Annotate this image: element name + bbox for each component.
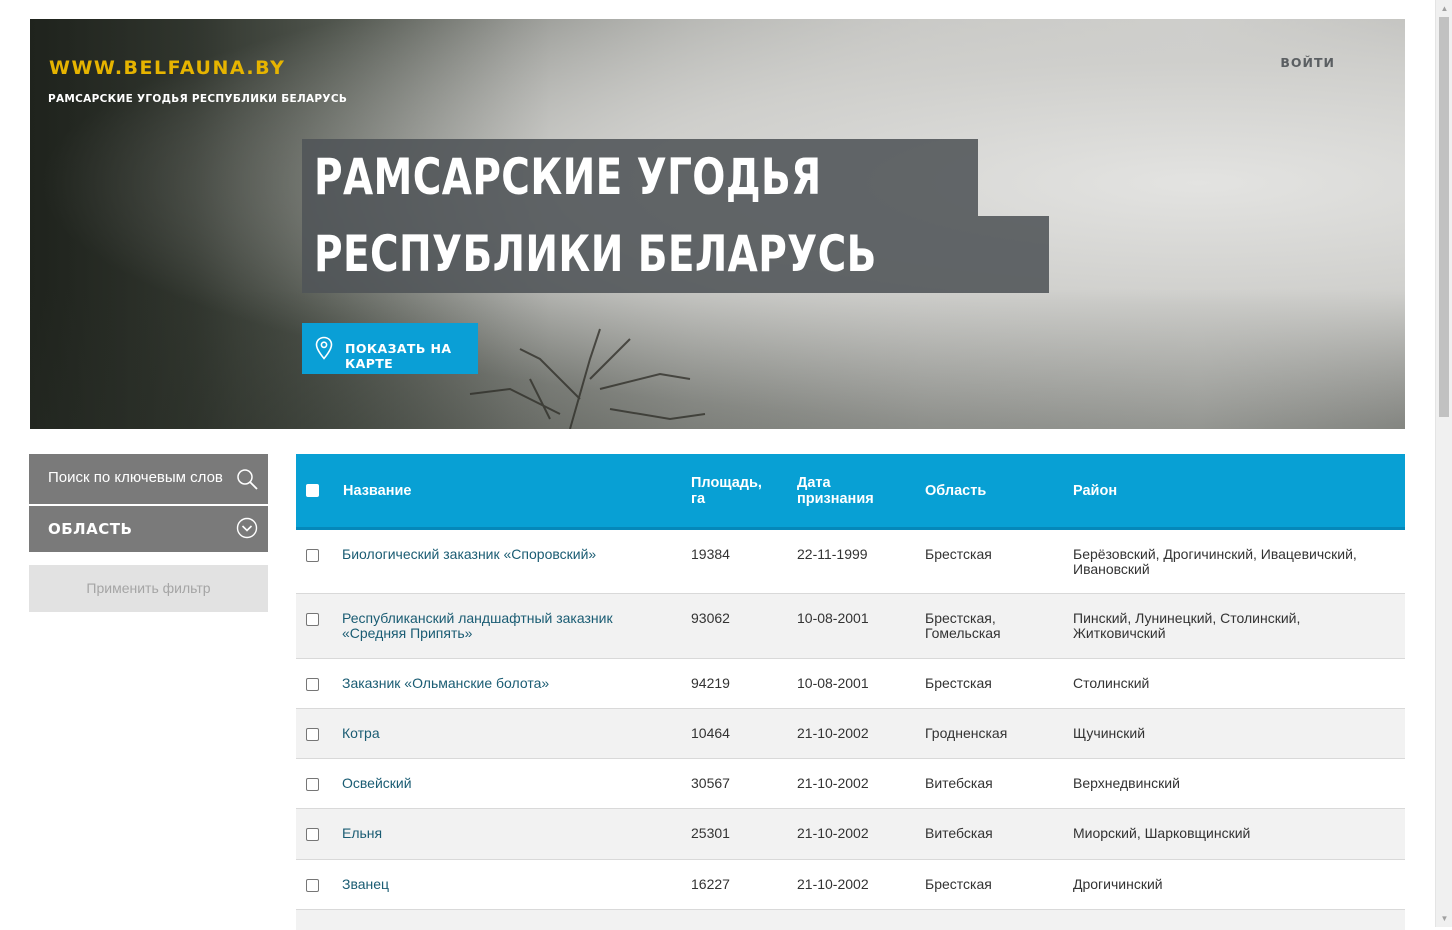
row-checkbox[interactable] [306, 778, 319, 791]
table-row: Биологический заказник «Споровский» 1938… [296, 530, 1405, 594]
site-logo[interactable]: WWW.BELFAUNA.BY [49, 57, 285, 79]
wetland-name-link[interactable]: Котра [342, 726, 672, 741]
table-row-partial [296, 910, 1405, 930]
row-checkbox[interactable] [306, 678, 319, 691]
map-pin-icon [315, 336, 333, 360]
wetland-name-link[interactable]: Биологический заказник «Споровский» [342, 547, 672, 562]
wetlands-table: Название Площадь, га Дата признания Обла… [296, 454, 1405, 930]
area-value: 19384 [691, 546, 730, 562]
oblast-value: Гродненская [925, 725, 1008, 741]
area-value: 25301 [691, 825, 730, 841]
show-on-map-button[interactable]: ПОКАЗАТЬ НА КАРТЕ [302, 323, 478, 374]
scroll-up-arrow-icon[interactable]: ▲ [1436, 0, 1452, 17]
wetland-name-link[interactable]: Освейский [342, 776, 672, 791]
site-subtitle: РАМСАРСКИЕ УГОДЬЯ РЕСПУБЛИКИ БЕЛАРУСЬ [48, 93, 348, 105]
select-all-cell [306, 454, 322, 527]
fog-overlay [30, 289, 1405, 429]
date-value: 21-10-2002 [797, 725, 869, 741]
table-row: Заказник «Ольманские болота» 94219 10-08… [296, 659, 1405, 709]
district-value: Миорский, Шарковщинский [1073, 825, 1251, 841]
table-row: Республиканский ландшафтный заказник «Ср… [296, 594, 1405, 659]
region-dropdown[interactable]: ОБЛАСТЬ [29, 506, 268, 552]
area-value: 93062 [691, 610, 730, 626]
column-header-oblast[interactable]: Область [925, 454, 986, 527]
scrollbar-thumb[interactable] [1439, 17, 1449, 417]
page: WWW.BELFAUNA.BY РАМСАРСКИЕ УГОДЬЯ РЕСПУБ… [0, 0, 1435, 930]
wetland-name-link[interactable]: Званец [342, 877, 672, 892]
search-input[interactable] [48, 469, 223, 486]
apply-filter-button[interactable]: Применить фильтр [29, 565, 268, 612]
login-link[interactable]: ВОЙТИ [1280, 55, 1335, 70]
column-header-district[interactable]: Район [1073, 454, 1117, 527]
keyword-search [29, 454, 268, 504]
district-value: Щучинский [1073, 725, 1146, 741]
wetland-name-link[interactable]: Заказник «Ольманские болота» [342, 676, 672, 691]
district-value: Дрогичинский [1073, 876, 1163, 892]
select-all-checkbox[interactable] [306, 484, 319, 497]
district-value: Берёзовский, Дрогичинский, Ивацевичский,… [1073, 546, 1357, 577]
hero-banner: WWW.BELFAUNA.BY РАМСАРСКИЕ УГОДЬЯ РЕСПУБ… [30, 19, 1405, 429]
column-header-name[interactable]: Название [343, 454, 411, 527]
date-value: 21-10-2002 [797, 825, 869, 841]
oblast-value: Витебская [925, 775, 993, 791]
date-value: 10-08-2001 [797, 675, 869, 691]
district-value: Пинский, Лунинецкий, Столинский, Житкови… [1073, 610, 1301, 641]
oblast-value: Витебская [925, 825, 993, 841]
column-header-date[interactable]: Дата признания [797, 454, 887, 527]
chevron-down-circle-icon [236, 517, 258, 539]
column-header-area[interactable]: Площадь, га [691, 454, 771, 527]
page-title-line-2: РЕСПУБЛИКИ БЕЛАРУСЬ [302, 216, 1049, 293]
date-value: 10-08-2001 [797, 610, 869, 626]
row-checkbox[interactable] [306, 549, 319, 562]
show-on-map-label: ПОКАЗАТЬ НА КАРТЕ [345, 341, 452, 371]
row-checkbox[interactable] [306, 728, 319, 741]
region-dropdown-label: ОБЛАСТЬ [48, 520, 133, 538]
table-row: Ельня 25301 21-10-2002 Витебская Миорски… [296, 809, 1405, 860]
oblast-value: Брестская [925, 876, 992, 892]
row-checkbox[interactable] [306, 828, 319, 841]
table-row: Котра 10464 21-10-2002 Гродненская Щучин… [296, 709, 1405, 759]
area-value: 16227 [691, 876, 730, 892]
date-value: 22-11-1999 [797, 546, 868, 562]
wetland-name-link[interactable]: Республиканский ландшафтный заказник «Ср… [342, 611, 672, 641]
table-row: Званец 16227 21-10-2002 Брестская Дрогич… [296, 860, 1405, 910]
district-value: Столинский [1073, 675, 1150, 691]
table-row: Освейский 30567 21-10-2002 Витебская Вер… [296, 759, 1405, 809]
area-value: 10464 [691, 725, 730, 741]
date-value: 21-10-2002 [797, 775, 869, 791]
area-value: 94219 [691, 675, 730, 691]
vertical-scrollbar[interactable]: ▲ ▼ [1435, 0, 1452, 927]
wetland-name-link[interactable]: Ельня [342, 826, 672, 841]
oblast-value: Брестская [925, 546, 992, 562]
oblast-value: Брестская, Гомельская [925, 610, 1001, 641]
search-icon[interactable] [236, 468, 258, 490]
page-title-line-1: РАМСАРСКИЕ УГОДЬЯ [302, 139, 978, 216]
scroll-down-arrow-icon[interactable]: ▼ [1436, 910, 1452, 927]
row-checkbox[interactable] [306, 613, 319, 626]
area-value: 30567 [691, 775, 730, 791]
district-value: Верхнедвинский [1073, 775, 1180, 791]
oblast-value: Брестская [925, 675, 992, 691]
table-header: Название Площадь, га Дата признания Обла… [296, 454, 1405, 530]
date-value: 21-10-2002 [797, 876, 869, 892]
row-checkbox[interactable] [306, 879, 319, 892]
